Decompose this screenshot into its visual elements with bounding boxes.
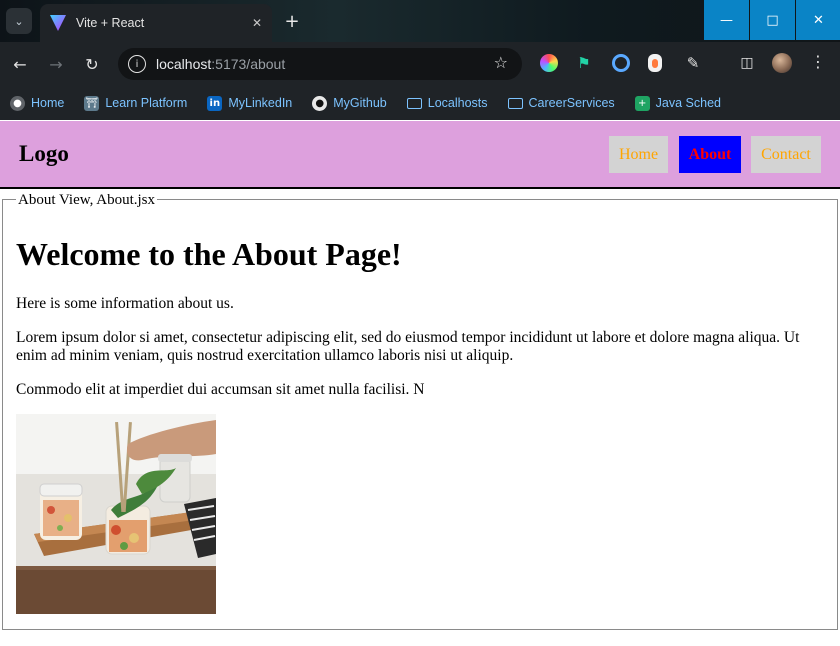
learn-platform-icon: ⛩ bbox=[84, 95, 100, 111]
intro-paragraph: Here is some information about us. bbox=[16, 295, 234, 312]
bookmark-localhosts[interactable]: Localhosts bbox=[406, 96, 488, 110]
url-text[interactable]: localhost:5173/about bbox=[156, 56, 285, 72]
page-title: Welcome to the About Page! bbox=[16, 236, 402, 272]
bookmark-mylinkedin[interactable]: in MyLinkedIn bbox=[207, 95, 293, 111]
reload-icon[interactable]: ↻ bbox=[80, 52, 104, 76]
extensions-puzzle-icon[interactable]: ✎ bbox=[684, 54, 702, 72]
vite-favicon-icon bbox=[50, 15, 66, 31]
browser-tab[interactable]: Vite + React ✕ bbox=[40, 4, 272, 42]
folder-icon bbox=[507, 97, 523, 109]
browser-menu-icon[interactable]: ⋮ bbox=[810, 52, 826, 71]
blue-ring-extension-icon[interactable] bbox=[612, 54, 630, 72]
browser-titlebar: ⌄ Vite + React ✕ + — □ ✕ bbox=[0, 0, 840, 42]
side-panel-icon[interactable]: ◫ bbox=[738, 54, 756, 72]
bookmark-mygithub[interactable]: ● MyGithub bbox=[312, 95, 387, 111]
tab-search-chevron-icon[interactable]: ⌄ bbox=[6, 8, 32, 34]
linkedin-icon: in bbox=[207, 95, 223, 111]
lorem-paragraph: Lorem ipsum dolor si amet, consectetur a… bbox=[16, 329, 800, 364]
bookmark-careerservices[interactable]: CareerServices bbox=[507, 96, 615, 110]
bookmark-learn-platform[interactable]: ⛩ Learn Platform bbox=[84, 95, 188, 111]
bookmark-label: Home bbox=[31, 96, 65, 110]
nav-link-home[interactable]: Home bbox=[609, 136, 668, 173]
nav-link-about[interactable]: About bbox=[679, 136, 741, 173]
bookmark-star-icon[interactable]: ☆ bbox=[494, 53, 508, 72]
fieldset-legend: About View, About.jsx bbox=[16, 192, 158, 209]
about-view-fieldset: About View, About.jsx Welcome to the Abo… bbox=[2, 192, 838, 630]
site-logo[interactable]: Logo bbox=[19, 141, 69, 167]
food-jars-photo bbox=[16, 414, 216, 614]
window-close-button[interactable]: ✕ bbox=[796, 0, 840, 40]
commodo-paragraph: Commodo elit at imperdiet dui accumsan s… bbox=[16, 381, 425, 398]
github-icon: ● bbox=[312, 95, 328, 111]
browser-toolbar: ← → ↻ i localhost:5173/about ☆ ⚑ ✎ ◫ ⋮ bbox=[0, 42, 840, 86]
green-figure-extension-icon[interactable]: ⚑ bbox=[575, 54, 593, 72]
tab-title: Vite + React bbox=[76, 16, 145, 30]
window-minimize-button[interactable]: — bbox=[704, 0, 749, 40]
bookmark-home[interactable]: ● Home bbox=[10, 95, 65, 111]
forward-arrow-icon[interactable]: → bbox=[44, 52, 68, 76]
google-sheets-icon: + bbox=[634, 95, 650, 111]
url-path: :5173/about bbox=[211, 56, 286, 72]
url-host: localhost bbox=[156, 56, 212, 72]
food-jars-illustration bbox=[16, 414, 216, 614]
profile-avatar[interactable] bbox=[772, 53, 792, 73]
folder-icon bbox=[406, 97, 422, 109]
bookmark-label: MyGithub bbox=[333, 96, 387, 110]
site-info-icon[interactable]: i bbox=[128, 55, 146, 73]
bookmark-label: MyLinkedIn bbox=[228, 96, 293, 110]
back-arrow-icon[interactable]: ← bbox=[8, 52, 32, 76]
bookmark-label: Java Sched bbox=[655, 96, 721, 110]
address-bar[interactable]: i localhost:5173/about ☆ bbox=[118, 48, 522, 80]
capsule-extension-icon[interactable] bbox=[648, 54, 662, 72]
nav-link-contact[interactable]: Contact bbox=[751, 136, 821, 173]
new-tab-plus-icon[interactable]: + bbox=[280, 9, 304, 33]
bookmark-label: Learn Platform bbox=[105, 96, 188, 110]
bookmark-label: Localhosts bbox=[427, 96, 488, 110]
bookmarks-bar: ● Home ⛩ Learn Platform in MyLinkedIn ● … bbox=[0, 86, 840, 120]
tab-close-icon[interactable]: ✕ bbox=[252, 16, 262, 30]
bookmark-label: CareerServices bbox=[528, 96, 615, 110]
color-wheel-extension-icon[interactable] bbox=[540, 54, 558, 72]
site-header: Logo Home About Contact bbox=[0, 121, 840, 189]
window-maximize-button[interactable]: □ bbox=[750, 0, 795, 40]
globe-icon: ● bbox=[10, 95, 25, 111]
bookmark-java-sched[interactable]: + Java Sched bbox=[634, 95, 721, 111]
